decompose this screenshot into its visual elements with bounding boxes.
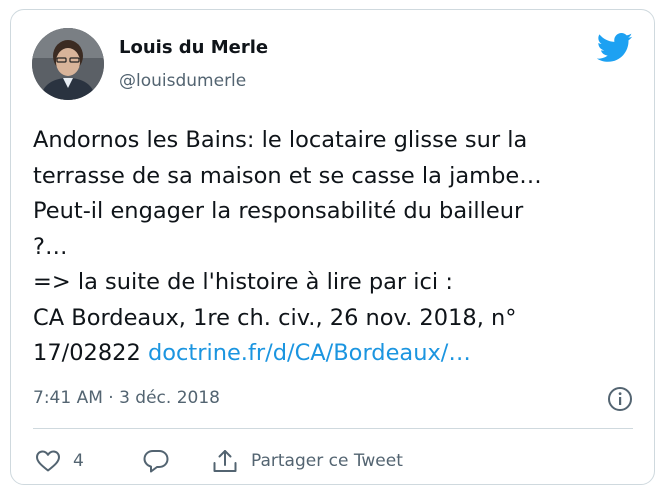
info-icon[interactable]	[607, 386, 633, 412]
twitter-bird-icon[interactable]	[597, 33, 633, 63]
divider	[33, 428, 633, 429]
heart-icon	[36, 450, 60, 472]
tweet-timestamp[interactable]: 7:41 AM · 3 déc. 2018	[33, 387, 220, 409]
tweet-card: Louis du Merle @louisdumerle Andornos le…	[10, 9, 655, 485]
avatar-photo	[32, 28, 104, 100]
avatar[interactable]	[32, 28, 104, 100]
author-name[interactable]: Louis du Merle	[119, 37, 268, 59]
like-count: 4	[73, 451, 84, 471]
reply-button[interactable]	[142, 448, 170, 474]
tweet-text: Andornos les Bains: le locataire glisse …	[33, 123, 633, 372]
share-button[interactable]: Partager ce Tweet	[211, 448, 403, 474]
tweet-body: Andornos les Bains: le locataire glisse …	[33, 127, 542, 366]
author-handle[interactable]: @louisdumerle	[119, 70, 246, 92]
speech-bubble-icon	[143, 450, 169, 473]
like-button[interactable]: 4	[35, 448, 84, 474]
tweet-link[interactable]: doctrine.fr/d/CA/Bordeaux/…	[148, 340, 471, 366]
share-label: Partager ce Tweet	[251, 451, 403, 471]
share-upload-icon	[213, 450, 237, 472]
